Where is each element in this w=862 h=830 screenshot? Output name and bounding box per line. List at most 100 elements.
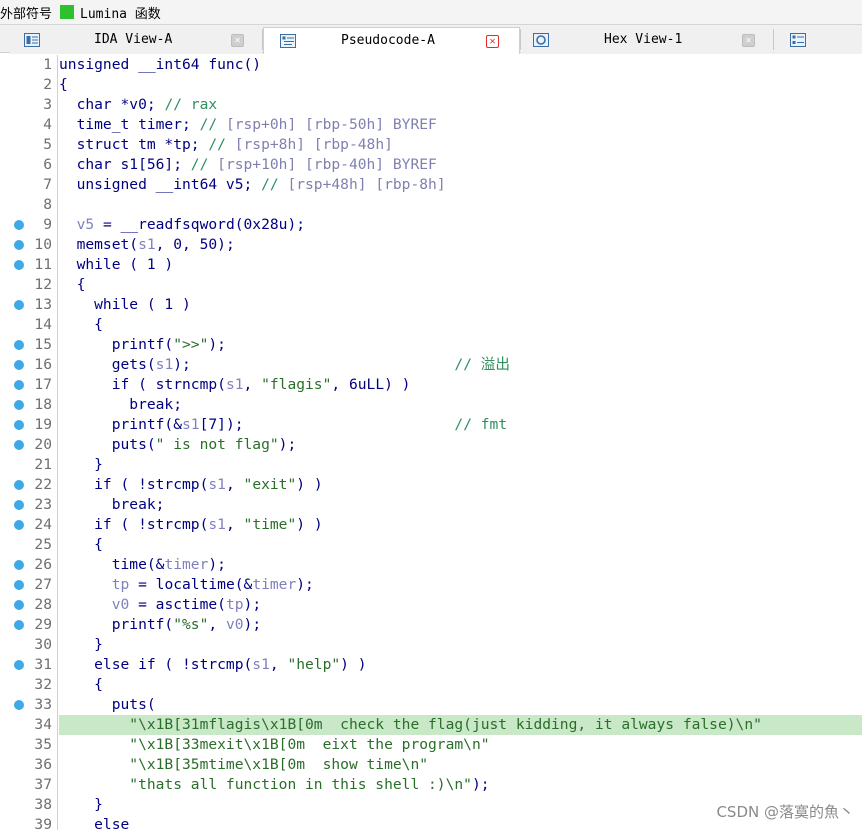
- line-gutter[interactable]: 20: [0, 435, 58, 455]
- breakpoint-dot-icon[interactable]: [14, 220, 24, 230]
- code-line[interactable]: 11 while ( 1 ): [0, 255, 862, 275]
- close-icon[interactable]: ✕: [742, 34, 755, 47]
- line-gutter[interactable]: 16: [0, 355, 58, 375]
- code-line[interactable]: 1 unsigned __int64 func(): [0, 55, 862, 75]
- line-gutter[interactable]: 38: [0, 795, 58, 815]
- line-gutter[interactable]: 29: [0, 615, 58, 635]
- line-gutter[interactable]: 28: [0, 595, 58, 615]
- breakpoint-dot-icon[interactable]: [14, 260, 24, 270]
- line-gutter[interactable]: 31: [0, 655, 58, 675]
- line-gutter[interactable]: 33: [0, 695, 58, 715]
- code-line[interactable]: 33 puts(: [0, 695, 862, 715]
- line-gutter[interactable]: 17: [0, 375, 58, 395]
- line-gutter[interactable]: 37: [0, 775, 58, 795]
- breakpoint-dot-icon[interactable]: [14, 240, 24, 250]
- code-line[interactable]: 14 {: [0, 315, 862, 335]
- code-line[interactable]: 10 memset(s1, 0, 50);: [0, 235, 862, 255]
- line-gutter[interactable]: 30: [0, 635, 58, 655]
- breakpoint-dot-icon[interactable]: [14, 480, 24, 490]
- code-line[interactable]: 8: [0, 195, 862, 215]
- code-line[interactable]: 3 char *v0; // rax: [0, 95, 862, 115]
- code-line[interactable]: 34 "\x1B[31mflagis\x1B[0m check the flag…: [0, 715, 862, 735]
- line-gutter[interactable]: 4: [0, 115, 58, 135]
- code-line[interactable]: 6 char s1[56]; // [rsp+10h] [rbp-40h] BY…: [0, 155, 862, 175]
- breakpoint-dot-icon[interactable]: [14, 520, 24, 530]
- close-icon[interactable]: ✕: [486, 35, 499, 48]
- code-line[interactable]: 18 break;: [0, 395, 862, 415]
- breakpoint-dot-icon[interactable]: [14, 500, 24, 510]
- line-gutter[interactable]: 35: [0, 735, 58, 755]
- line-gutter[interactable]: 9: [0, 215, 58, 235]
- code-line[interactable]: 16 gets(s1); // 溢出: [0, 355, 862, 375]
- code-line[interactable]: 15 printf(">>");: [0, 335, 862, 355]
- code-line[interactable]: 23 break;: [0, 495, 862, 515]
- breakpoint-dot-icon[interactable]: [14, 660, 24, 670]
- line-gutter[interactable]: 21: [0, 455, 58, 475]
- code-line[interactable]: 26 time(&timer);: [0, 555, 862, 575]
- line-gutter[interactable]: 34: [0, 715, 58, 735]
- breakpoint-dot-icon[interactable]: [14, 300, 24, 310]
- line-gutter[interactable]: 23: [0, 495, 58, 515]
- code-line[interactable]: 17 if ( strncmp(s1, "flagis", 6uLL) ): [0, 375, 862, 395]
- code-line[interactable]: 27 tp = localtime(&timer);: [0, 575, 862, 595]
- line-gutter[interactable]: 18: [0, 395, 58, 415]
- code-line[interactable]: 22 if ( !strcmp(s1, "exit") ): [0, 475, 862, 495]
- line-gutter[interactable]: 19: [0, 415, 58, 435]
- line-gutter[interactable]: 22: [0, 475, 58, 495]
- code-line[interactable]: 25 {: [0, 535, 862, 555]
- tab-pseudocode-a[interactable]: Pseudocode-A ✕: [263, 27, 520, 55]
- line-gutter[interactable]: 39: [0, 815, 58, 830]
- line-gutter[interactable]: 3: [0, 95, 58, 115]
- code-line[interactable]: 29 printf("%s", v0);: [0, 615, 862, 635]
- breakpoint-dot-icon[interactable]: [14, 360, 24, 370]
- line-gutter[interactable]: 5: [0, 135, 58, 155]
- breakpoint-dot-icon[interactable]: [14, 700, 24, 710]
- code-line[interactable]: 19 printf(&s1[7]); // fmt: [0, 415, 862, 435]
- breakpoint-dot-icon[interactable]: [14, 340, 24, 350]
- code-line[interactable]: 32 {: [0, 675, 862, 695]
- line-gutter[interactable]: 2: [0, 75, 58, 95]
- line-gutter[interactable]: 13: [0, 295, 58, 315]
- breakpoint-dot-icon[interactable]: [14, 380, 24, 390]
- breakpoint-dot-icon[interactable]: [14, 440, 24, 450]
- code-line[interactable]: 31 else if ( !strcmp(s1, "help") ): [0, 655, 862, 675]
- line-gutter[interactable]: 27: [0, 575, 58, 595]
- line-gutter[interactable]: 11: [0, 255, 58, 275]
- code-line[interactable]: 4 time_t timer; // [rsp+0h] [rbp-50h] BY…: [0, 115, 862, 135]
- code-line[interactable]: 5 struct tm *tp; // [rsp+8h] [rbp-48h]: [0, 135, 862, 155]
- code-line[interactable]: 30 }: [0, 635, 862, 655]
- line-gutter[interactable]: 8: [0, 195, 58, 215]
- line-gutter[interactable]: 12: [0, 275, 58, 295]
- line-gutter[interactable]: 15: [0, 335, 58, 355]
- code-line[interactable]: 9 v5 = __readfsqword(0x28u);: [0, 215, 862, 235]
- breakpoint-dot-icon[interactable]: [14, 560, 24, 570]
- breakpoint-dot-icon[interactable]: [14, 580, 24, 590]
- line-gutter[interactable]: 14: [0, 315, 58, 335]
- code-line[interactable]: 7 unsigned __int64 v5; // [rsp+48h] [rbp…: [0, 175, 862, 195]
- code-line[interactable]: 21 }: [0, 455, 862, 475]
- pseudocode-view[interactable]: 1 unsigned __int64 func() 2{3 char *v0; //…: [0, 54, 862, 830]
- code-line[interactable]: 37 "thats all function in this shell :)\…: [0, 775, 862, 795]
- breakpoint-dot-icon[interactable]: [14, 620, 24, 630]
- code-line[interactable]: 35 "\x1B[33mexit\x1B[0m eixt the program…: [0, 735, 862, 755]
- code-line[interactable]: 12 {: [0, 275, 862, 295]
- line-gutter[interactable]: 25: [0, 535, 58, 555]
- code-line[interactable]: 20 puts(" is not flag");: [0, 435, 862, 455]
- code-line[interactable]: 2{: [0, 75, 862, 95]
- line-gutter[interactable]: 7: [0, 175, 58, 195]
- line-gutter[interactable]: 6: [0, 155, 58, 175]
- tab-hex-view-1[interactable]: Hex View-1 ✕: [521, 27, 773, 54]
- line-gutter[interactable]: 32: [0, 675, 58, 695]
- breakpoint-dot-icon[interactable]: [14, 600, 24, 610]
- tab-ida-view-a[interactable]: IDA View-A ✕: [10, 27, 262, 54]
- line-gutter[interactable]: 36: [0, 755, 58, 775]
- line-gutter[interactable]: 26: [0, 555, 58, 575]
- tab-structures[interactable]: [774, 27, 862, 54]
- close-icon[interactable]: ✕: [231, 34, 244, 47]
- line-gutter[interactable]: 1: [0, 55, 58, 75]
- line-gutter[interactable]: 10: [0, 235, 58, 255]
- code-line[interactable]: 36 "\x1B[35mtime\x1B[0m show time\n": [0, 755, 862, 775]
- breakpoint-dot-icon[interactable]: [14, 400, 24, 410]
- code-line[interactable]: 13 while ( 1 ): [0, 295, 862, 315]
- line-gutter[interactable]: 24: [0, 515, 58, 535]
